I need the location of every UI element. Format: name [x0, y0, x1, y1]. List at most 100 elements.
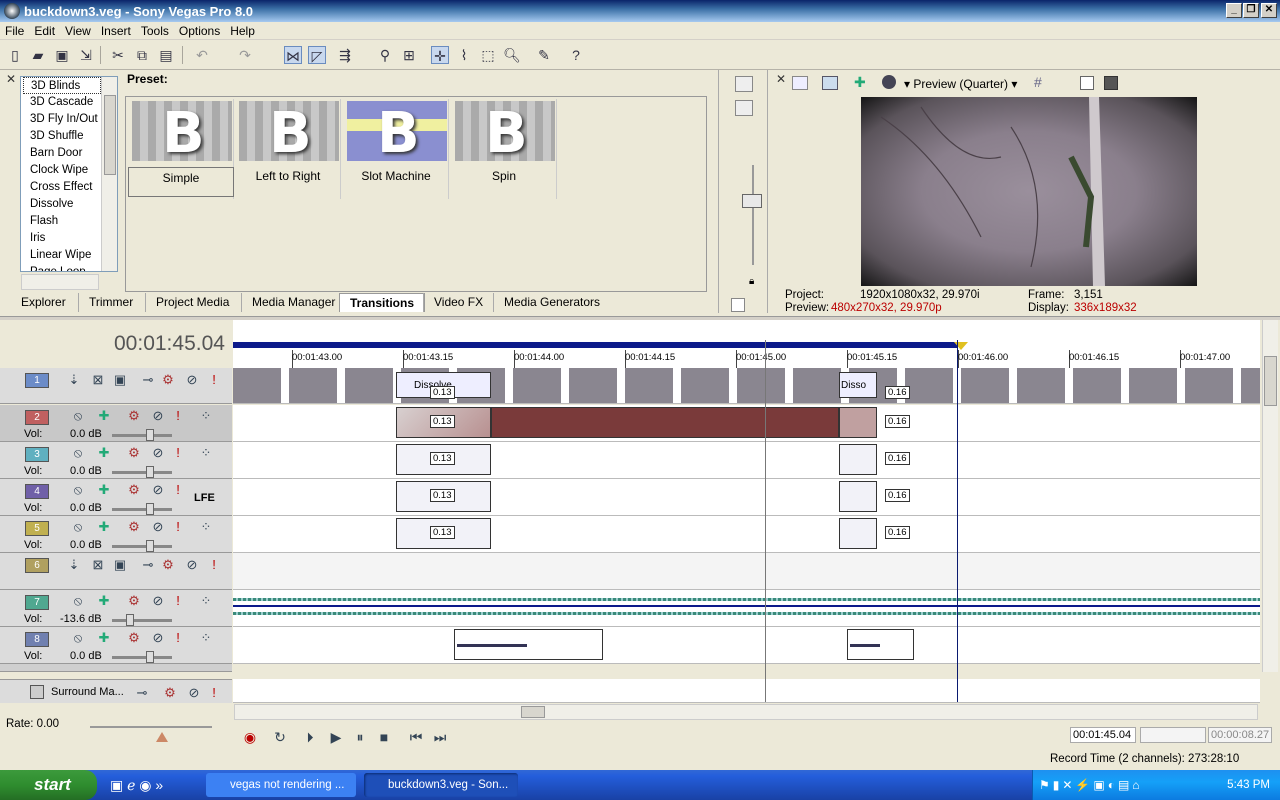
undo-icon[interactable]: ↶ [193, 46, 211, 64]
external-monitor-icon[interactable] [822, 76, 838, 90]
selection-tool-icon[interactable]: ⬚ [479, 46, 497, 64]
preset-left-to-right[interactable]: B Left to Right [235, 99, 341, 199]
menu-file[interactable]: File [0, 22, 29, 40]
window-icon[interactable] [735, 100, 753, 116]
record-icon[interactable]: ◉ [240, 727, 260, 747]
audio-lane-3[interactable]: 0.13 0.16 [233, 442, 1260, 479]
tab-explorer[interactable]: Explorer [5, 293, 76, 312]
audio-lane-5[interactable]: 0.13 0.16 [233, 516, 1260, 553]
mute-icon[interactable]: ⊘ [150, 482, 166, 498]
tray-icons[interactable]: ⚑▮✕⚡▣◐▤⌂ [1039, 778, 1143, 792]
fx-gear-icon[interactable]: ⚙ [160, 557, 176, 573]
menu-tools[interactable]: Tools [136, 22, 174, 40]
surround-pan-icon[interactable]: ⁘ [198, 445, 214, 461]
solo-icon[interactable]: ! [206, 372, 222, 387]
selection-length[interactable]: 00:00:08.27 [1208, 727, 1272, 743]
play-icon[interactable]: ▶ [326, 727, 346, 747]
copy-icon[interactable]: ⧉ [133, 46, 151, 64]
menu-edit[interactable]: Edit [29, 22, 60, 40]
fx-gear-icon[interactable]: ⚙ [162, 685, 178, 701]
menu-view[interactable]: View [60, 22, 96, 40]
mute-icon[interactable]: ⊘ [150, 445, 166, 461]
surround-pan-icon[interactable]: ⁘ [198, 630, 214, 646]
tab-media-manager[interactable]: Media Manager [241, 293, 345, 312]
paste-icon[interactable]: ▤ [157, 46, 175, 64]
track-header-5[interactable]: 5 ⦸ ✚ ⚙ ⊘ ! ⁘ Vol: 0.0 dB [0, 516, 232, 553]
new-file-icon[interactable]: ▯ [6, 46, 24, 64]
surround-pan-icon[interactable]: ⁘ [198, 408, 214, 424]
quicklaunch-icons[interactable]: ▣ ℯ ◉ » [110, 777, 163, 794]
minimize-button[interactable]: _ [1226, 3, 1242, 18]
audio-lane-8[interactable] [233, 627, 1260, 664]
mute-icon[interactable]: ⊘ [184, 557, 200, 573]
go-to-start-icon[interactable]: ⏮ [406, 727, 426, 747]
mute-icon[interactable]: ⊘ [150, 593, 166, 609]
restore-button[interactable]: ❐ [1243, 3, 1259, 18]
copy-snapshot-icon[interactable] [1080, 76, 1094, 90]
track-fx-icon[interactable]: ✚ [96, 445, 112, 461]
playhead[interactable] [957, 340, 958, 702]
fx-gear-icon[interactable]: ⚙ [126, 408, 142, 424]
invert-phase-icon[interactable]: ⦸ [70, 445, 86, 461]
invert-phase-icon[interactable]: ⦸ [70, 482, 86, 498]
loop-region-bar[interactable] [233, 342, 958, 348]
volume-slider[interactable] [112, 614, 172, 626]
redo-icon[interactable]: ↷ [236, 46, 254, 64]
compositing-icon[interactable]: ⊸ [140, 557, 156, 573]
track-fx-icon[interactable]: ✚ [96, 630, 112, 646]
invert-phase-icon[interactable]: ⦸ [70, 519, 86, 535]
close-pane-icon[interactable]: ✕ [6, 72, 16, 86]
loop-playback-icon[interactable]: ↻ [270, 727, 290, 747]
menu-insert[interactable]: Insert [96, 22, 136, 40]
menu-help[interactable]: Help [225, 22, 260, 40]
zoom-slider-knob[interactable] [742, 194, 762, 208]
solo-icon[interactable]: ! [170, 519, 186, 534]
tab-video-fx[interactable]: Video FX [423, 293, 493, 312]
audio-event[interactable] [847, 629, 914, 660]
timeline-ruler[interactable]: 00:01:43.00 00:01:43.15 00:01:44.00 00:0… [233, 320, 1260, 370]
track-header-2[interactable]: 2 ⦸ ✚ ⚙ ⊘ ! ⁘ Vol: 0.0 dB [0, 405, 232, 442]
audio-event[interactable] [454, 629, 603, 660]
surround-master-header[interactable]: Surround Ma... ⊸ ⚙ ⊘ ! [0, 679, 232, 703]
properties-icon[interactable]: ✎ [535, 46, 553, 64]
solo-icon[interactable]: ! [170, 482, 186, 497]
fx-gear-icon[interactable]: ⚙ [126, 519, 142, 535]
track-header-4[interactable]: 4 ⦸ ✚ ⚙ ⊘ ! LFE Vol: 0.0 dB [0, 479, 232, 516]
fx-gear-icon[interactable]: ⚙ [126, 482, 142, 498]
preview-quality-dropdown[interactable]: ▾ Preview (Quarter) ▾ [904, 77, 1017, 91]
selection-end-time[interactable] [1140, 727, 1206, 743]
volume-slider[interactable] [112, 540, 172, 552]
track-fx-icon[interactable]: ✚ [96, 519, 112, 535]
list-item[interactable]: 3D Blinds [23, 77, 101, 94]
track-fx-icon[interactable]: ✚ [96, 593, 112, 609]
timeline-vscrollbar[interactable] [1262, 320, 1278, 672]
taskbar-item-vegas[interactable]: buckdown3.veg - Son... [364, 773, 518, 797]
normal-edit-tool-icon[interactable]: ✛ [431, 46, 449, 64]
compositing-icon[interactable]: ⊸ [134, 685, 150, 701]
tab-project-media[interactable]: Project Media [145, 293, 239, 312]
solo-icon[interactable]: ! [170, 630, 186, 645]
volume-slider[interactable] [112, 651, 172, 663]
envelope-tool-icon[interactable]: ⌇ [455, 46, 473, 64]
ignore-grouping-icon[interactable]: ⊞ [400, 46, 418, 64]
mute-icon[interactable]: ⊘ [150, 630, 166, 646]
preview-properties-icon[interactable] [792, 76, 808, 90]
zoom-tool-icon[interactable]: 🔍︎ [503, 46, 521, 64]
start-button[interactable]: start [0, 770, 97, 800]
list-hscrollbar[interactable] [21, 274, 99, 290]
play-from-start-icon[interactable]: ⏵ [300, 727, 320, 747]
fx-gear-icon[interactable]: ⚙ [126, 445, 142, 461]
audio-lane-7[interactable] [233, 590, 1260, 627]
save-icon[interactable]: ▣ [53, 46, 71, 64]
surround-pan-icon[interactable]: ⁘ [198, 593, 214, 609]
tab-transitions[interactable]: Transitions [339, 293, 426, 312]
preset-simple[interactable]: B Simple [128, 99, 234, 199]
cut-icon[interactable]: ✂ [109, 46, 127, 64]
video-lane-6[interactable] [233, 553, 1260, 590]
track-header-6[interactable]: 6 ⇣ ⊠ ▣ ⊸ ⚙ ⊘ ! [0, 553, 232, 590]
track-header-7[interactable]: 7 ⦸ ✚ ⚙ ⊘ ! ⁘ Vol: -13.6 dB [0, 590, 232, 627]
tab-media-generators[interactable]: Media Generators [493, 293, 610, 312]
track-fx-icon[interactable]: ✚ [96, 408, 112, 424]
invert-phase-icon[interactable]: ⦸ [70, 630, 86, 646]
solo-icon[interactable]: ! [170, 445, 186, 460]
